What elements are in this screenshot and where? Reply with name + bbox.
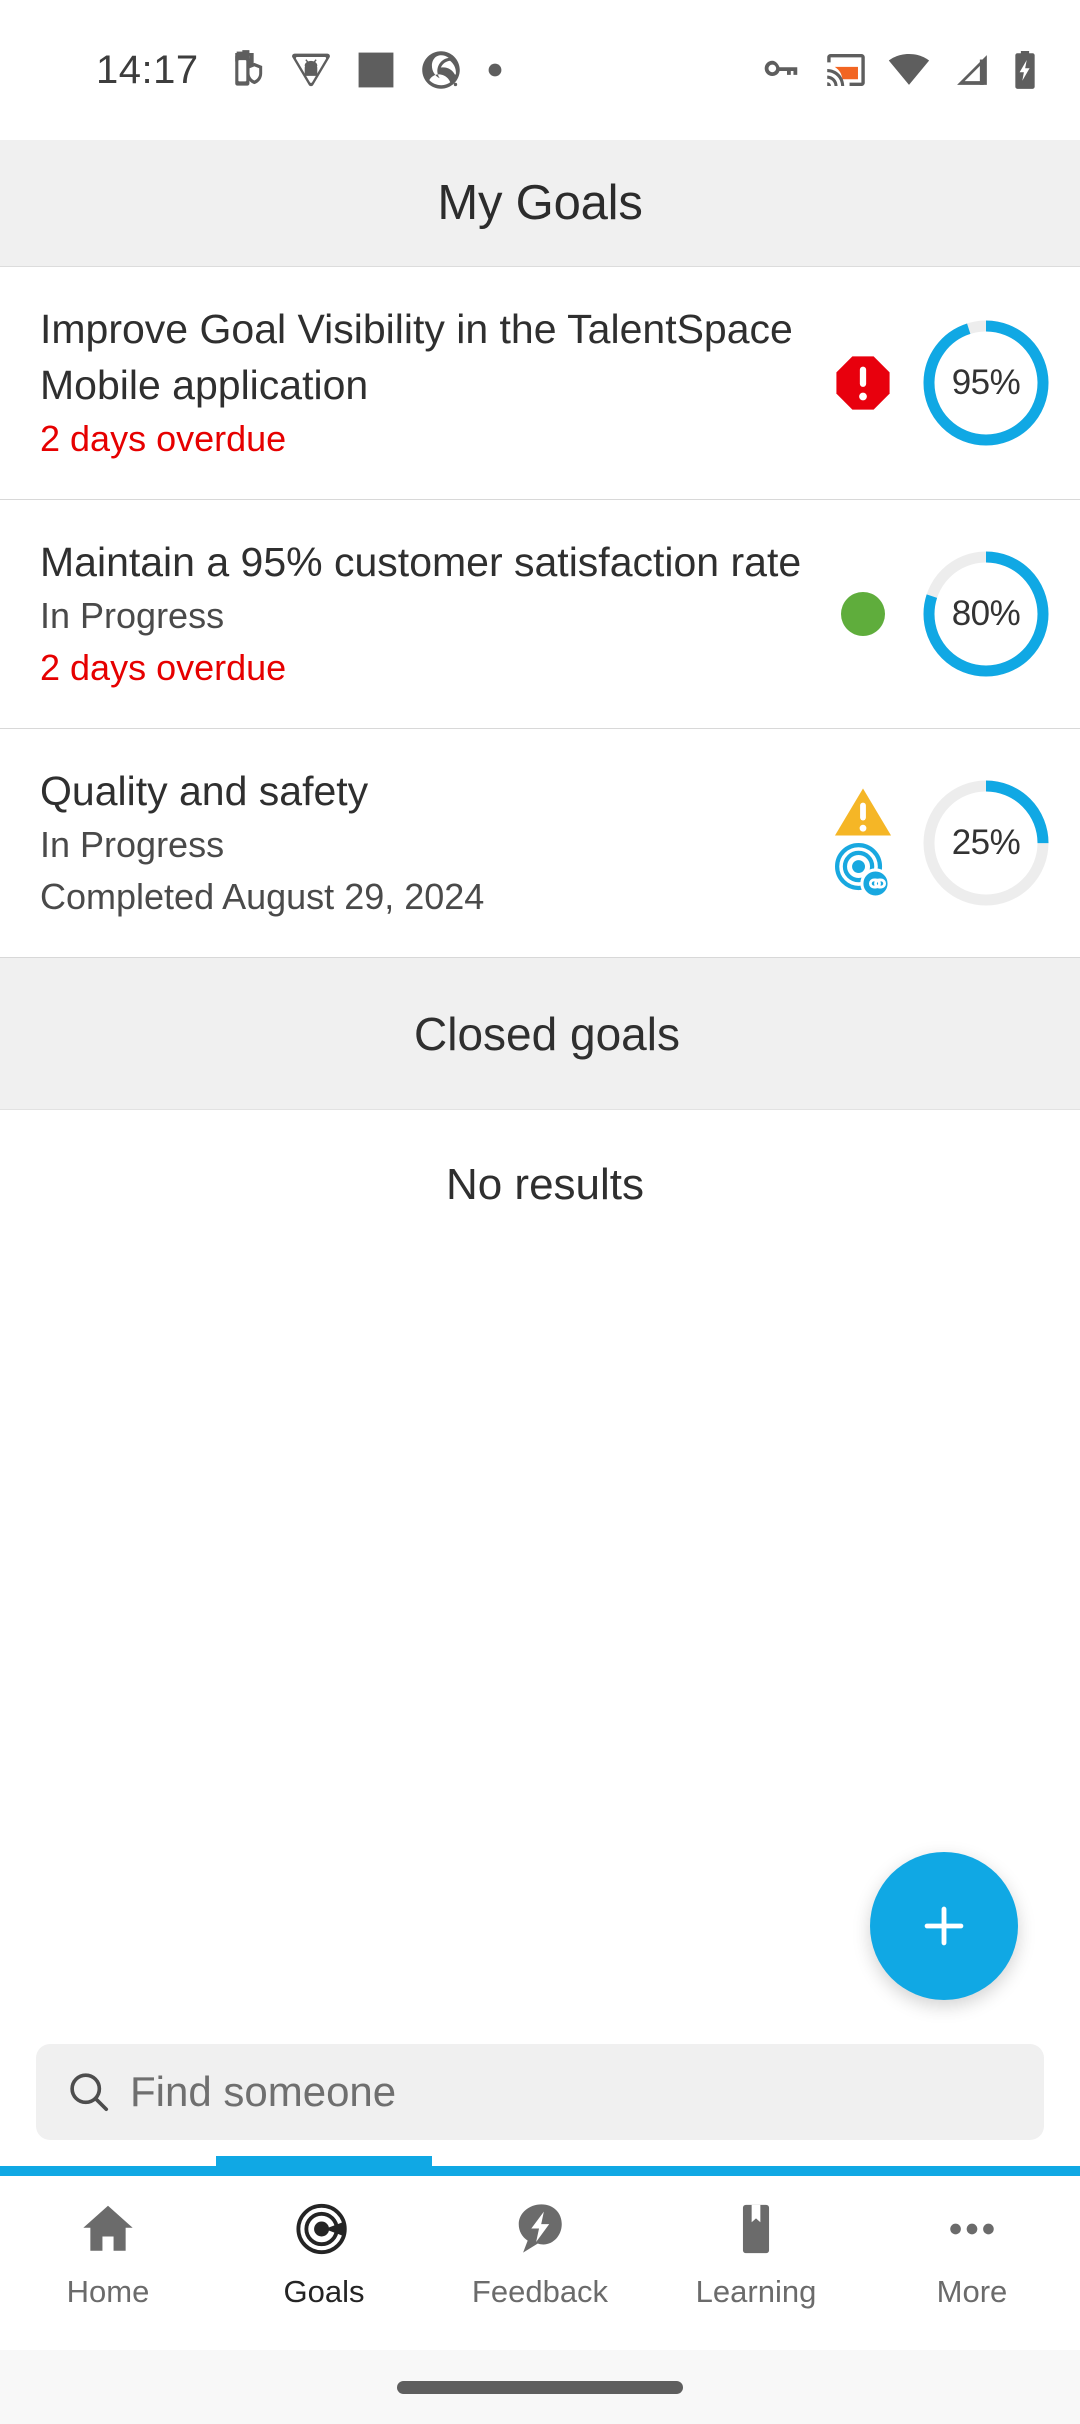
progress-ring-label: 95%	[951, 363, 1021, 402]
progress-ring: 25%	[920, 777, 1052, 909]
goal-due-text: 2 days overdue	[40, 647, 287, 688]
battery-saver-icon	[234, 50, 262, 86]
nav-label-home: Home	[66, 2274, 150, 2309]
status-left-icons	[231, 50, 503, 90]
goal-status: In Progress	[40, 824, 225, 865]
gesture-bar-area	[0, 2350, 1080, 2424]
gesture-pill[interactable]	[397, 2380, 683, 2394]
nav-item-more[interactable]: More	[864, 2198, 1080, 2310]
square-icon	[358, 52, 394, 88]
android-triangle-icon	[291, 53, 330, 87]
pinwheel-icon	[421, 51, 460, 89]
status-right-icons	[760, 51, 1038, 89]
status-bar: 14:17	[0, 0, 1080, 140]
warning-triangle-icon	[834, 788, 892, 836]
nav-item-feedback[interactable]: Feedback	[432, 2198, 648, 2310]
linked-target-icon	[835, 843, 891, 899]
status-dot-icon	[841, 592, 885, 636]
goal-title: Improve Goal Visibility in the TalentSpa…	[40, 306, 793, 408]
goal-right-block: 95%	[820, 317, 1052, 449]
nav-label-goals: Goals	[283, 2274, 365, 2309]
alert-octagon-icon	[836, 356, 890, 410]
dot-icon	[488, 63, 502, 77]
add-goal-fab[interactable]	[870, 1852, 1018, 2000]
progress-ring-label: 80%	[951, 594, 1021, 633]
nav-item-home[interactable]: Home	[0, 2198, 216, 2310]
goal-list: Improve Goal Visibility in the TalentSpa…	[0, 267, 1080, 958]
goal-text-block: Improve Goal Visibility in the TalentSpa…	[40, 301, 820, 465]
goal-right-block: 80%	[820, 548, 1052, 680]
target-icon	[296, 2203, 347, 2255]
goal-badges	[820, 354, 906, 412]
goal-right-block: 25%	[820, 777, 1052, 909]
vpn-key-icon	[764, 60, 798, 77]
goal-badges	[820, 786, 906, 900]
goal-status: In Progress	[40, 595, 225, 636]
nav-label-feedback: Feedback	[471, 2274, 609, 2309]
goal-row[interactable]: Improve Goal Visibility in the TalentSpa…	[0, 267, 1080, 500]
bookmark-book-icon	[742, 2204, 770, 2254]
goal-badges	[820, 592, 906, 636]
cast-icon	[827, 53, 865, 87]
search-input[interactable]: Find someone	[36, 2044, 1044, 2140]
closed-goals-title: Closed goals	[414, 1007, 680, 1060]
goal-text-block: Maintain a 95% customer satisfaction rat…	[40, 534, 820, 694]
bottom-navigation: Home Goals Feedback Learning More	[0, 2176, 1080, 2350]
no-results-text: No results	[445, 1160, 645, 1209]
battery-charging-icon	[1015, 51, 1035, 89]
tab-indicator-bar	[0, 2156, 1080, 2176]
plus-icon	[924, 1906, 964, 1946]
progress-ring: 80%	[920, 548, 1052, 680]
cellular-signal-icon	[957, 55, 987, 85]
progress-ring-label: 25%	[951, 823, 1021, 862]
feedback-bolt-icon	[518, 2204, 562, 2253]
nav-item-learning[interactable]: Learning	[648, 2198, 864, 2310]
search-placeholder: Find someone	[130, 2068, 397, 2115]
goal-text-block: Quality and safety In Progress Completed…	[40, 763, 820, 923]
goal-row[interactable]: Maintain a 95% customer satisfaction rat…	[0, 500, 1080, 729]
goal-row[interactable]: Quality and safety In Progress Completed…	[0, 729, 1080, 958]
active-tab-indicator	[216, 2156, 432, 2176]
wifi-icon	[888, 54, 930, 85]
app-root: 14:17 My Goals Improve Goal Visibility i…	[0, 0, 1080, 2424]
content-spacer	[0, 1260, 1080, 2034]
nav-label-learning: Learning	[695, 2274, 817, 2309]
home-icon	[83, 2205, 133, 2251]
goal-title: Maintain a 95% customer satisfaction rat…	[40, 539, 802, 585]
search-bar-container: Find someone	[0, 2034, 1080, 2166]
nav-item-goals[interactable]: Goals	[216, 2198, 432, 2310]
progress-ring: 95%	[920, 317, 1052, 449]
page-title: My Goals	[437, 176, 643, 230]
page-header: My Goals	[0, 140, 1080, 267]
nav-label-more: More	[936, 2274, 1008, 2309]
goal-completed-date: Completed August 29, 2024	[40, 876, 485, 917]
goal-title: Quality and safety	[40, 768, 369, 814]
status-clock: 14:17	[96, 47, 199, 92]
search-icon	[70, 2073, 109, 2112]
closed-goals-section-header: Closed goals	[0, 958, 1080, 1110]
more-dots-icon	[950, 2223, 994, 2235]
closed-goals-empty-state: No results	[0, 1110, 1080, 1260]
goal-due-text: 2 days overdue	[40, 418, 287, 459]
